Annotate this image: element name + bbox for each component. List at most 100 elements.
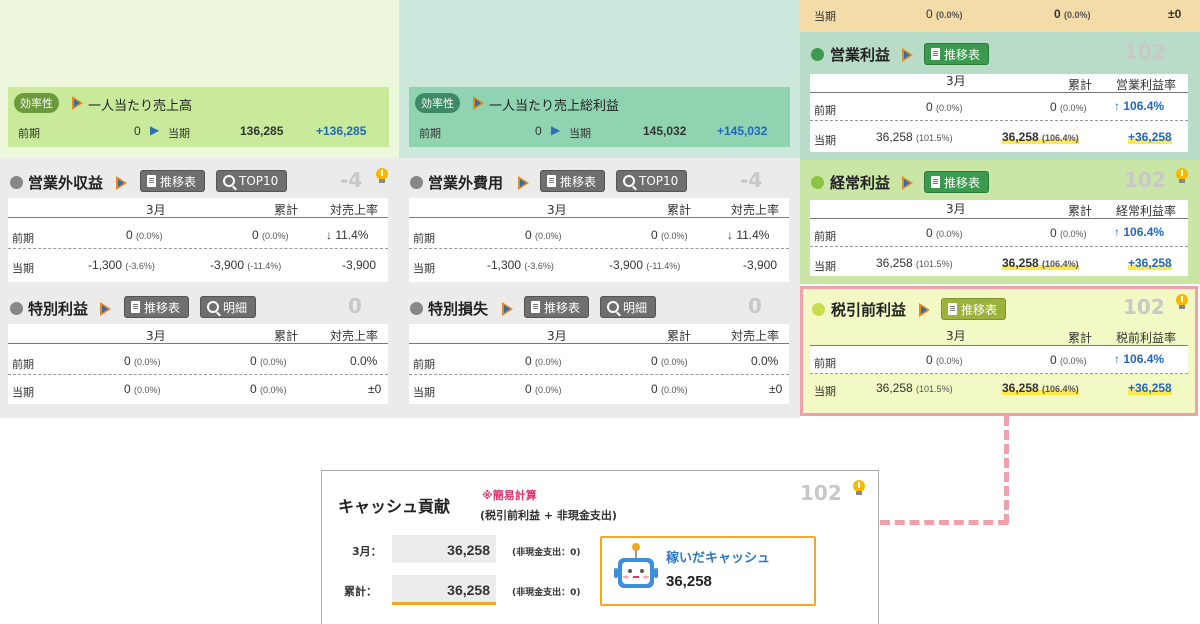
chevron-right-icon [116, 176, 127, 190]
lightbulb-icon[interactable] [1176, 168, 1188, 184]
top10-button[interactable]: TOP10 [216, 170, 288, 192]
panel-title: 経常利益 [830, 174, 891, 192]
cash-formula: (税引前利益 + 非現金支出) [480, 509, 617, 522]
trend-table-button[interactable]: 推移表 [540, 170, 606, 192]
detail-button[interactable]: 明細 [200, 296, 257, 318]
score-value: 102 [800, 481, 842, 505]
chevron-right-icon [100, 302, 111, 316]
month-cash-value: 36,258 [392, 535, 496, 563]
curr-value: 136,285 [240, 124, 284, 138]
document-icon [931, 176, 940, 188]
chevron-right-icon [902, 176, 913, 190]
document-icon [147, 175, 156, 187]
panel-title: 営業利益 [830, 46, 891, 64]
panel-non-operating-expense: 営業外費用 推移表 TOP10 -4 3月 累計 対売上率 前期 0 (0.0%… [400, 160, 800, 285]
document-icon [931, 48, 940, 60]
score-value: -4 [740, 168, 763, 192]
prev-label: 前期 [18, 127, 40, 140]
efficiency-badge: 効率性 [415, 93, 460, 113]
panel-title: 特別損失 [428, 300, 489, 318]
arrow-up-icon: ↑ [1114, 225, 1120, 239]
panel-pretax-profit: 税引前利益 推移表 102 3月 累計 税前利益率 前期 0 (0.0%) 0 … [800, 286, 1198, 416]
play-icon: ▶ [551, 123, 561, 137]
score-value: 102 [1123, 295, 1165, 319]
kpi-title: 一人当たり売上高 [88, 99, 193, 114]
lightbulb-icon[interactable] [1176, 294, 1188, 310]
panel-title: 営業外収益 [28, 174, 104, 192]
cash-contribution-panel: キャッシュ貢献 ※簡易計算 (税引前利益 + 非現金支出) 102 3月： 36… [321, 470, 879, 624]
cumulative-noncash-note: (非現金支出：0) [512, 588, 581, 598]
kpi-title: 一人当たり売上総利益 [489, 99, 620, 114]
connector-line [880, 520, 1008, 525]
status-dot [410, 302, 423, 315]
simple-calc-note: ※簡易計算 [482, 489, 537, 502]
diff-value: +136,285 [316, 124, 367, 138]
trend-table-button[interactable]: 推移表 [941, 298, 1007, 320]
trend-table-button[interactable]: 推移表 [140, 170, 206, 192]
robot-mascot-icon [614, 543, 658, 588]
trend-table-button[interactable]: 推移表 [524, 296, 590, 318]
chevron-right-icon [473, 96, 484, 110]
chevron-right-icon [902, 48, 913, 62]
arrow-up-icon: ↑ [1114, 99, 1120, 113]
document-icon [131, 301, 140, 313]
status-dot [10, 176, 23, 189]
document-icon [547, 175, 556, 187]
curr-value: 145,032 [643, 124, 687, 138]
status-dot [410, 176, 423, 189]
month-noncash-note: (非現金支出：0) [512, 548, 581, 558]
cumulative-label: 累計： [344, 585, 377, 598]
trend-table-button[interactable]: 推移表 [924, 43, 990, 65]
connector-line [1004, 416, 1009, 524]
cumulative-cash-value: 36,258 [392, 575, 496, 605]
play-icon: ▶ [150, 123, 160, 137]
status-dot [811, 48, 824, 61]
month-value: 0 (0.0%) [926, 7, 963, 21]
panel-title: 税引前利益 [831, 301, 907, 319]
panel-extraordinary-loss: 特別損失 推移表 明細 0 3月 累計 対売上率 前期 0 (0.0%) 0 (… [400, 288, 800, 413]
status-dot [811, 176, 824, 189]
panel-title: 営業外費用 [428, 174, 504, 192]
chevron-right-icon [502, 302, 513, 316]
score-value: -4 [340, 168, 363, 192]
lightbulb-icon[interactable] [853, 480, 865, 496]
earned-cash-box: 稼いだキャッシュ 36,258 [600, 536, 816, 606]
panel-non-operating-income: 営業外収益 推移表 TOP10 -4 3月 累計 対売上率 前期 0 (0.0%… [0, 160, 400, 285]
month-label: 3月： [352, 545, 382, 558]
trend-table-button[interactable]: 推移表 [924, 171, 990, 193]
panel-ordinary-profit: 経常利益 推移表 102 3月 累計 経常利益率 前期 0 (0.0%) 0 (… [800, 160, 1200, 284]
top10-button[interactable]: TOP10 [616, 170, 688, 192]
trend-table-button[interactable]: 推移表 [124, 296, 190, 318]
prev-value: 0 [134, 124, 141, 138]
magnifier-icon [207, 301, 219, 313]
row-label: 当期 [814, 10, 836, 23]
kpi-card-sales-per-person[interactable]: 効率性 一人当たり売上高 前期 0 ▶ 当期 136,285 +136,285 [8, 87, 389, 147]
kpi-card-gross-profit-per-person[interactable]: 効率性 一人当たり売上総利益 前期 0 ▶ 当期 145,032 +145,03… [409, 87, 790, 147]
curr-label: 当期 [569, 127, 591, 140]
status-dot [10, 302, 23, 315]
lightbulb-icon[interactable] [376, 168, 388, 184]
arrow-down-icon: ↓ [326, 228, 332, 242]
detail-button[interactable]: 明細 [600, 296, 657, 318]
score-value: 0 [748, 294, 762, 318]
prev-label: 前期 [419, 127, 441, 140]
curr-label: 当期 [168, 127, 190, 140]
arrow-up-icon: ↑ [1114, 352, 1120, 366]
document-icon [531, 301, 540, 313]
document-icon [948, 303, 957, 315]
score-value: 102 [1124, 40, 1166, 64]
panel-extraordinary-income: 特別利益 推移表 明細 0 3月 累計 対売上率 前期 0 (0.0%) 0 (… [0, 288, 400, 413]
chevron-right-icon [72, 96, 83, 110]
top-summary-row: 当期 0 (0.0%) 0 (0.0%) ±0 [800, 0, 1200, 32]
earned-cash-label: 稼いだキャッシュ [666, 551, 771, 566]
prev-value: 0 [535, 124, 542, 138]
score-value: 102 [1124, 168, 1166, 192]
magnifier-icon [623, 175, 635, 187]
arrow-down-icon: ↓ [727, 228, 733, 242]
panel-operating-profit: 営業利益 推移表 102 3月 累計 営業利益率 前期 0 (0.0%) 0 (… [800, 32, 1200, 160]
cash-title: キャッシュ貢献 [338, 497, 451, 516]
magnifier-icon [607, 301, 619, 313]
panel-title: 特別利益 [28, 300, 89, 318]
efficiency-badge: 効率性 [14, 93, 59, 113]
chevron-right-icon [518, 176, 529, 190]
